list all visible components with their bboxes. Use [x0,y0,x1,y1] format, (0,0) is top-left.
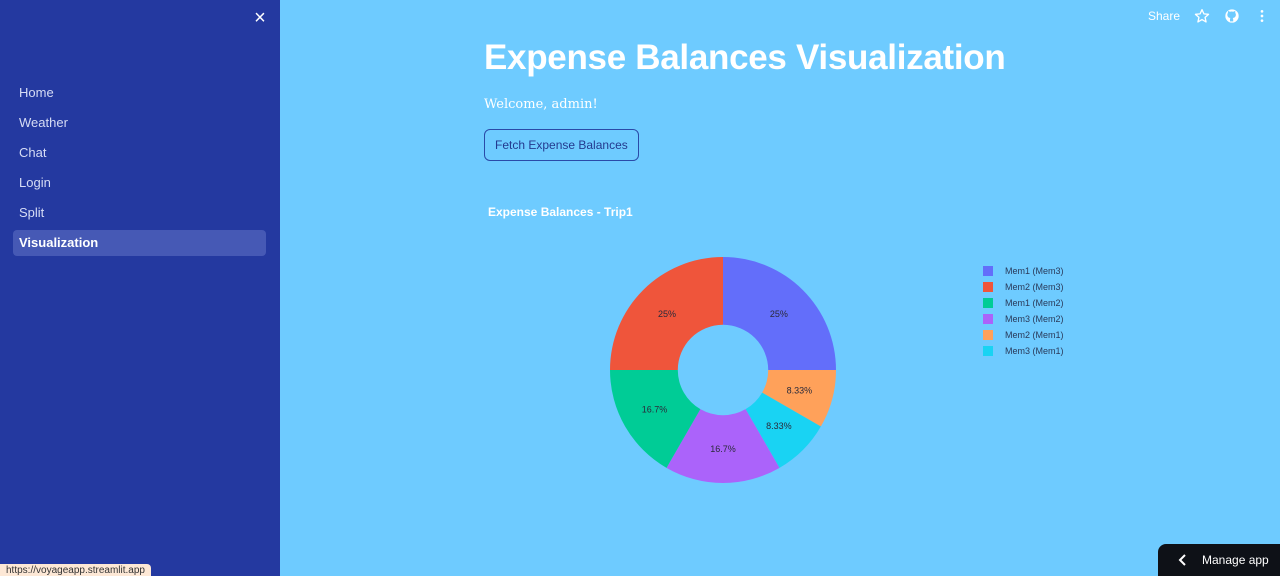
manage-app-button[interactable]: Manage app [1158,544,1280,576]
status-url: https://voyageapp.streamlit.app [0,564,151,576]
chart-legend: Mem1 (Mem3) Mem2 (Mem3) Mem1 (Mem2) Mem3 (M… [983,263,1064,359]
donut-chart: 25% 8.33% 8.33% 16.7% 16.7% 25% [610,257,836,483]
legend-label: Mem1 (Mem3) [1005,266,1064,276]
toolbar: Share [1148,6,1270,26]
sidebar-item-split[interactable]: Split [13,200,266,226]
manage-app-label: Manage app [1202,553,1269,567]
legend-swatch [983,314,993,324]
legend-label: Mem3 (Mem1) [1005,346,1064,356]
github-icon[interactable] [1224,8,1240,24]
sidebar-item-visualization[interactable]: Visualization [13,230,266,256]
legend-swatch [983,282,993,292]
legend-swatch [983,330,993,340]
slice-label: 8.33% [787,385,813,395]
chevron-left-icon [1178,554,1186,566]
slice-label: 8.33% [766,421,792,431]
legend-item[interactable]: Mem1 (Mem3) [983,263,1064,279]
legend-label: Mem2 (Mem3) [1005,282,1064,292]
close-icon[interactable]: × [250,8,270,28]
legend-swatch [983,298,993,308]
slice-label: 16.7% [642,405,668,415]
legend-item[interactable]: Mem1 (Mem2) [983,295,1064,311]
star-icon[interactable] [1194,8,1210,24]
legend-label: Mem3 (Mem2) [1005,314,1064,324]
sidebar-item-weather[interactable]: Weather [13,110,266,136]
slice-label: 25% [658,309,676,319]
sidebar-item-home[interactable]: Home [13,80,266,106]
legend-label: Mem2 (Mem1) [1005,330,1064,340]
legend-item[interactable]: Mem3 (Mem1) [983,343,1064,359]
legend-item[interactable]: Mem3 (Mem2) [983,311,1064,327]
sidebar-nav: Home Weather Chat Login Split Visualizat… [13,80,266,260]
sidebar-item-login[interactable]: Login [13,170,266,196]
legend-swatch [983,346,993,356]
welcome-text: Welcome, admin! [484,97,598,112]
slice-label: 25% [770,309,788,319]
fetch-expense-balances-button[interactable]: Fetch Expense Balances [484,129,639,161]
legend-item[interactable]: Mem2 (Mem1) [983,327,1064,343]
slice-label: 16.7% [710,444,736,454]
legend-swatch [983,266,993,276]
page-title: Expense Balances Visualization [484,38,1006,77]
share-button[interactable]: Share [1148,9,1180,23]
sidebar-item-chat[interactable]: Chat [13,140,266,166]
sidebar: × Home Weather Chat Login Split Visualiz… [0,0,280,576]
legend-label: Mem1 (Mem2) [1005,298,1064,308]
chart-title: Expense Balances - Trip1 [488,205,633,219]
more-vertical-icon[interactable] [1254,8,1270,24]
legend-item[interactable]: Mem2 (Mem3) [983,279,1064,295]
